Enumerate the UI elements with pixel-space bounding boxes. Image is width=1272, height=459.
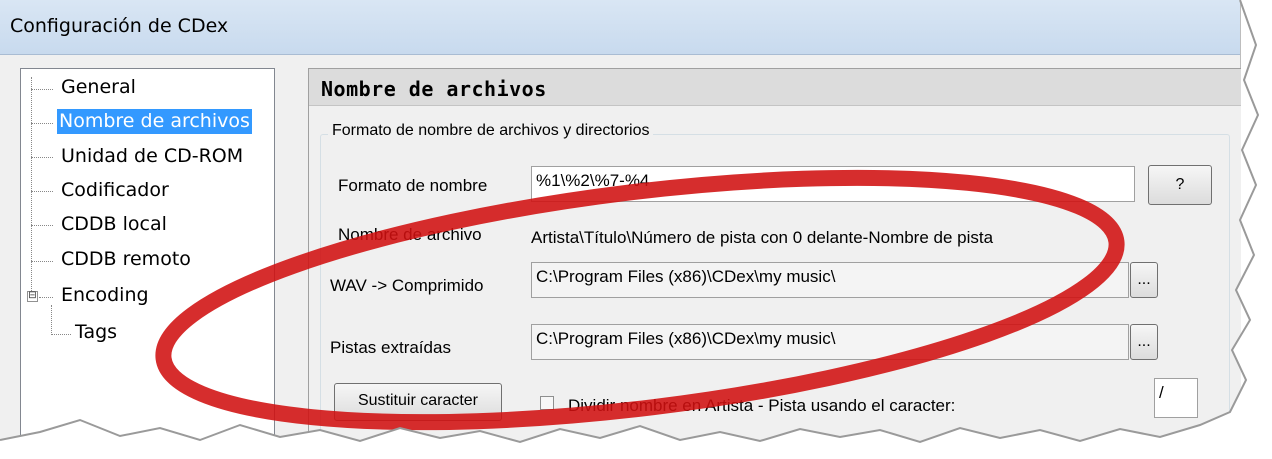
torn-edge-shadow — [0, 0, 1260, 444]
torn-edge-mask — [0, 0, 1272, 459]
torn-edge-effect — [0, 0, 1272, 459]
